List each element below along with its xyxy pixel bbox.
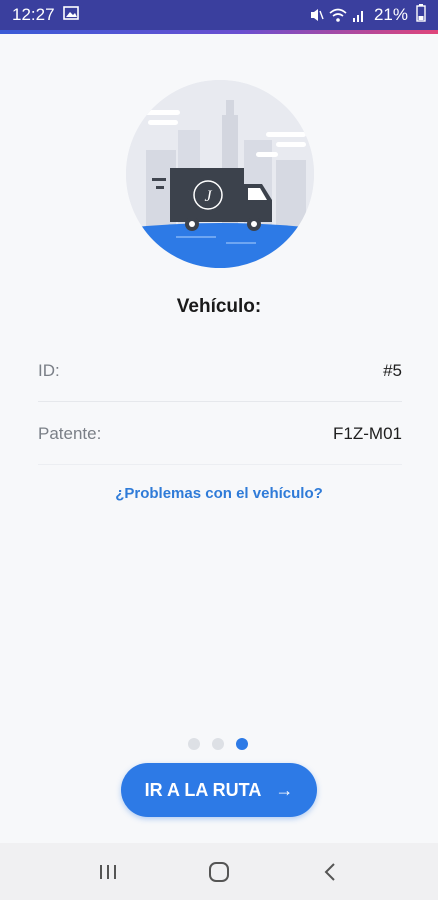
pager-dots (188, 738, 248, 750)
vehicle-id-value: #5 (383, 360, 402, 380)
vehicle-plate-row: Patente: F1Z-M01 (38, 403, 402, 465)
wifi-icon (329, 8, 347, 23)
svg-text:J: J (204, 188, 212, 205)
back-icon[interactable] (310, 852, 350, 892)
go-to-route-button[interactable]: IR A LA RUTA → (121, 763, 317, 817)
image-icon (62, 5, 79, 25)
home-icon[interactable] (199, 852, 239, 892)
delivery-truck-illustration: J (126, 80, 314, 268)
status-bar: 12:27 21% (0, 0, 438, 30)
mute-icon (308, 7, 324, 23)
vehicle-problems-link[interactable]: ¿Problemas con el vehículo? (0, 485, 438, 502)
battery-percent: 21% (373, 5, 408, 24)
battery-icon (416, 3, 426, 27)
vehicle-plate-label: Patente: (38, 423, 102, 443)
status-accent-line (0, 30, 438, 34)
pager-dot (188, 738, 200, 750)
recent-apps-icon[interactable] (88, 852, 128, 892)
pager-dot (212, 738, 224, 750)
vehicle-id-row: ID: #5 (38, 340, 402, 402)
arrow-right-icon: → (275, 779, 294, 800)
vehicle-title: Vehículo: (176, 296, 262, 317)
status-time: 12:27 (12, 5, 55, 24)
signal-icon (352, 8, 366, 23)
system-nav-bar (0, 843, 438, 900)
go-to-route-label: IR A LA RUTA (144, 779, 262, 800)
vehicle-id-label: ID: (38, 360, 60, 380)
vehicle-plate-value: F1Z-M01 (333, 423, 402, 443)
pager-dot-active (236, 738, 248, 750)
